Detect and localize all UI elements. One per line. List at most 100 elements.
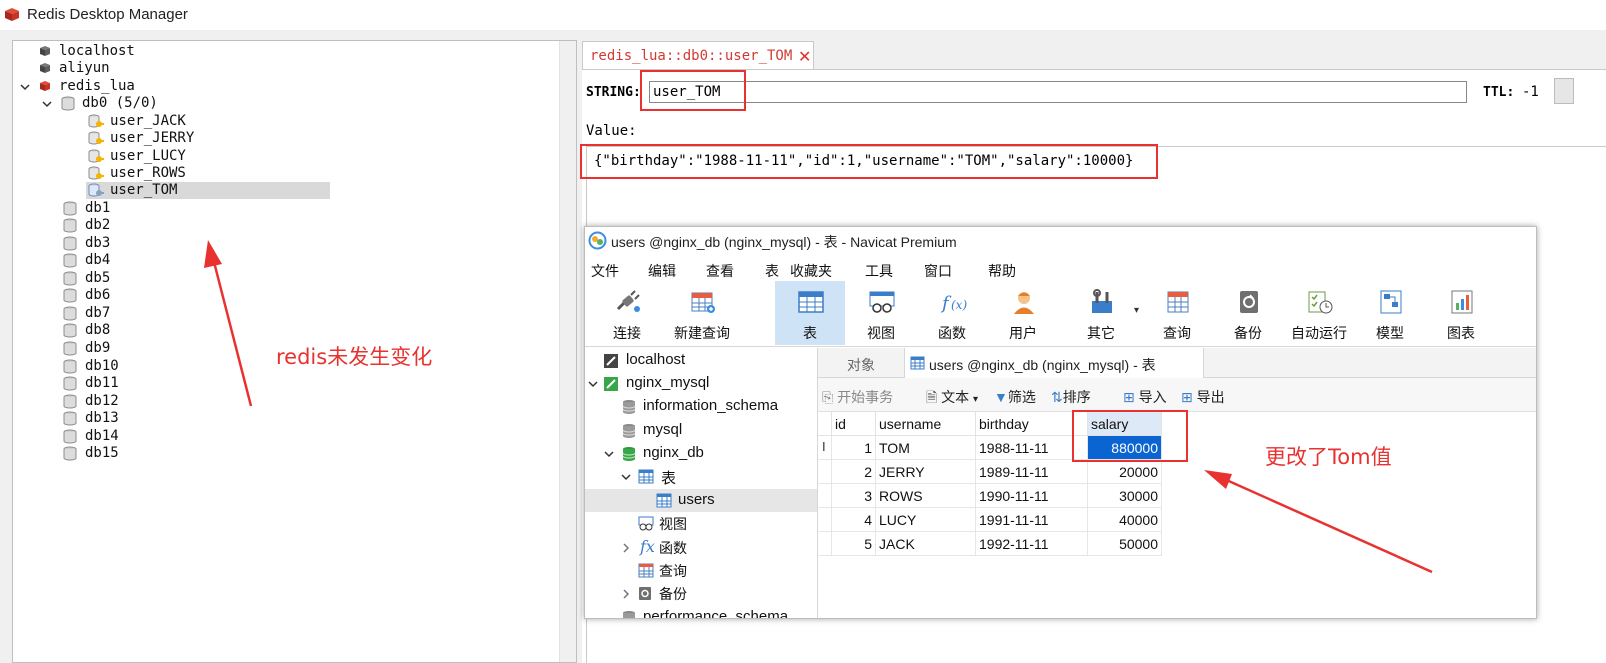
tree-db5[interactable]: db5 (63, 270, 163, 287)
cell-username[interactable]: ROWS (876, 484, 976, 508)
tree-db9[interactable]: db9 (63, 340, 163, 357)
menu-help[interactable]: 帮助 (988, 261, 1016, 281)
nv-tree-tables-folder[interactable]: 表 (585, 465, 817, 488)
chevron-down-icon[interactable] (620, 471, 632, 483)
cell-id[interactable]: 4 (832, 508, 876, 532)
nv-tree-views-folder[interactable]: 视图 (585, 512, 817, 535)
chevron-down-icon[interactable] (19, 81, 31, 93)
chevron-down-icon[interactable] (41, 98, 53, 110)
cell-birthday[interactable]: 1992-11-11 (976, 532, 1088, 556)
tree-db14[interactable]: db14 (63, 428, 163, 445)
tree-db2[interactable]: db2 (63, 217, 163, 234)
menu-tools[interactable]: 工具 (865, 261, 893, 281)
toolbar-user-button[interactable]: 用户 (988, 281, 1058, 345)
tree-db15[interactable]: db15 (63, 445, 163, 462)
cell-salary[interactable]: 20000 (1088, 460, 1162, 484)
dropdown-arrow-icon[interactable]: ▾ (1134, 305, 1139, 316)
cell-username[interactable]: JERRY (876, 460, 976, 484)
tree-db12[interactable]: db12 (63, 393, 163, 410)
cell-salary-selected[interactable]: 880000 (1088, 436, 1162, 460)
tree-key-user-jerry[interactable]: user_JERRY (88, 130, 208, 147)
cell-username[interactable]: TOM (876, 436, 976, 460)
nv-tree-nginx-mysql[interactable]: nginx_mysql (585, 372, 817, 395)
column-header-birthday[interactable]: birthday (976, 412, 1088, 436)
tree-db3[interactable]: db3 (63, 235, 163, 252)
key-name-input[interactable]: user_TOM (649, 81, 1467, 103)
cell-id[interactable]: 2 (832, 460, 876, 484)
tree-db6[interactable]: db6 (63, 287, 163, 304)
export-button[interactable]: ⊞ 导出 (1181, 387, 1225, 407)
rename-button[interactable] (1554, 78, 1574, 104)
nv-tree-performance-schema[interactable]: performance_schema (585, 606, 817, 618)
close-icon[interactable]: ✕ (798, 47, 811, 67)
cell-username[interactable]: JACK (876, 532, 976, 556)
cell-id[interactable]: 5 (832, 532, 876, 556)
tree-db13[interactable]: db13 (63, 410, 163, 427)
tree-scrollbar[interactable] (559, 41, 576, 662)
tree-key-user-lucy[interactable]: user_LUCY (88, 148, 208, 165)
cell-birthday[interactable]: 1990-11-11 (976, 484, 1088, 508)
toolbar-other-button[interactable]: 其它 (1066, 281, 1136, 345)
tree-db10[interactable]: db10 (63, 358, 163, 375)
tree-db4[interactable]: db4 (63, 252, 163, 269)
menu-file[interactable]: 文件 (591, 261, 619, 281)
cell-id[interactable]: 3 (832, 484, 876, 508)
tab-objects[interactable]: 对象 (818, 348, 904, 378)
cell-birthday[interactable]: 1989-11-11 (976, 460, 1088, 484)
tree-db1[interactable]: db1 (63, 200, 163, 217)
toolbar-automation-button[interactable]: 自动运行 (1284, 281, 1354, 345)
toolbar-table-button[interactable]: 表 (775, 281, 845, 345)
cell-id[interactable]: 1 (832, 436, 876, 460)
nv-tree-users-table[interactable]: users (585, 489, 817, 512)
chevron-down-icon[interactable] (603, 448, 615, 460)
nv-tree-functions-folder[interactable]: fx 函数 (585, 536, 817, 559)
cell-birthday[interactable]: 1991-11-11 (976, 508, 1088, 532)
toolbar-new-query-button[interactable]: 新建查询 (667, 281, 737, 345)
toolbar-function-button[interactable]: f (x) 函数 (917, 281, 987, 345)
tree-key-user-rows[interactable]: user_ROWS (88, 165, 208, 182)
chevron-right-icon[interactable] (620, 542, 632, 554)
menu-table[interactable]: 表 (765, 261, 779, 281)
tab-key-editor[interactable]: redis_lua::db0::user_TOM ✕ (582, 41, 814, 69)
begin-transaction-button[interactable]: ⎘ 开始事务 (822, 387, 893, 407)
toolbar-backup-button[interactable]: 备份 (1213, 281, 1283, 345)
nv-tree-information-schema[interactable]: information_schema (585, 395, 817, 418)
toolbar-connect-button[interactable]: 连接 (592, 281, 662, 345)
tree-server-aliyun[interactable]: aliyun (39, 60, 239, 77)
tab-users-table[interactable]: users @nginx_db (nginx_mysql) - 表 (904, 348, 1204, 378)
toolbar-model-button[interactable]: 模型 (1355, 281, 1425, 345)
nv-tree-mysql[interactable]: mysql (585, 419, 817, 442)
column-header-id[interactable]: id (832, 412, 876, 436)
column-header-salary[interactable]: salary (1088, 412, 1162, 436)
nv-tree-queries-folder[interactable]: 查询 (585, 559, 817, 582)
tree-server-localhost[interactable]: localhost (39, 43, 239, 60)
nv-tree-backups-folder[interactable]: 备份 (585, 582, 817, 605)
toolbar-view-button[interactable]: 视图 (846, 281, 916, 345)
tree-key-user-jack[interactable]: user_JACK (88, 113, 208, 130)
nv-tree-nginx-db[interactable]: nginx_db (585, 442, 817, 465)
chevron-right-icon[interactable] (620, 588, 632, 600)
column-header-username[interactable]: username (876, 412, 976, 436)
tree-db8[interactable]: db8 (63, 322, 163, 339)
sort-button[interactable]: ⇅排序 (1051, 387, 1091, 407)
menu-edit[interactable]: 编辑 (648, 261, 676, 281)
tree-key-user-tom[interactable]: user_TOM (86, 182, 330, 199)
filter-button[interactable]: ▼筛选 (994, 387, 1036, 407)
menu-favorites[interactable]: 收藏夹 (790, 261, 832, 281)
tree-db11[interactable]: db11 (63, 375, 163, 392)
menu-window[interactable]: 窗口 (924, 261, 952, 281)
cell-username[interactable]: LUCY (876, 508, 976, 532)
import-button[interactable]: ⊞ 导入 (1123, 387, 1167, 407)
chevron-down-icon[interactable] (587, 378, 599, 390)
toolbar-query-button[interactable]: 查询 (1142, 281, 1212, 345)
cell-salary[interactable]: 40000 (1088, 508, 1162, 532)
cell-salary[interactable]: 30000 (1088, 484, 1162, 508)
tree-db0[interactable]: db0 (5/0) (39, 95, 239, 112)
tree-server-redis-lua[interactable]: redis_lua (17, 78, 237, 95)
menu-view[interactable]: 查看 (706, 261, 734, 281)
text-view-button[interactable]: 🗎 文本 ▾ (926, 387, 978, 411)
cell-birthday[interactable]: 1988-11-11 (976, 436, 1088, 460)
nv-tree-localhost[interactable]: localhost (585, 349, 817, 372)
toolbar-chart-button[interactable]: 图表 (1426, 281, 1496, 345)
cell-salary[interactable]: 50000 (1088, 532, 1162, 556)
